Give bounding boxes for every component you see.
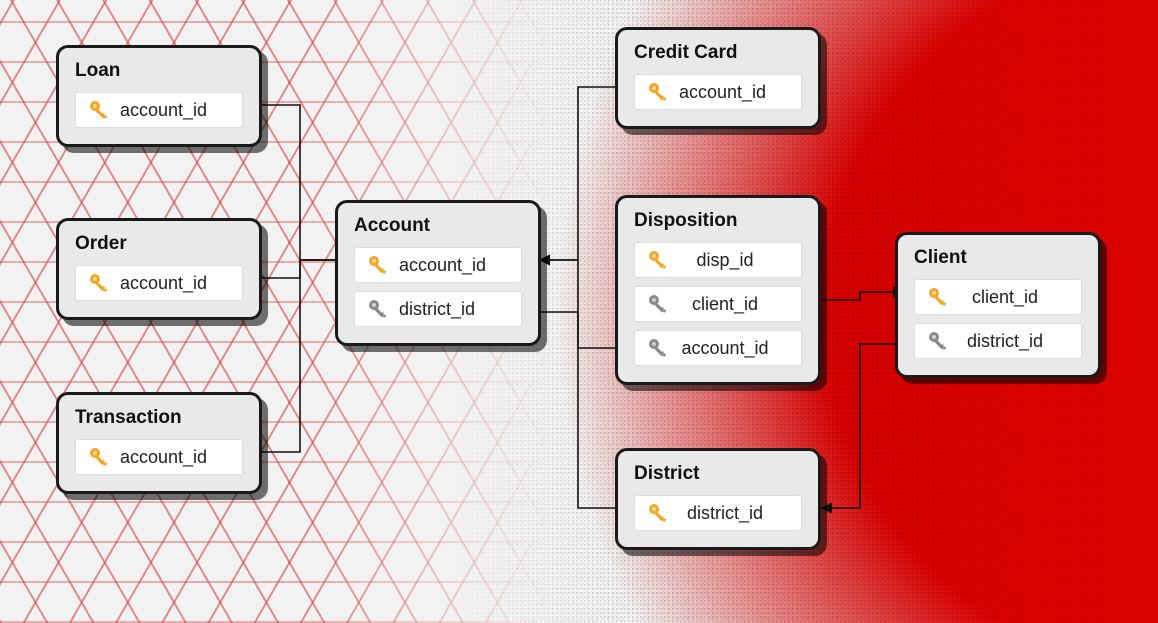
entity-title: Disposition — [634, 210, 802, 232]
field-label: district_id — [399, 299, 509, 320]
field-client-id: client_id — [914, 279, 1082, 315]
field-label: client_id — [679, 294, 789, 315]
key-icon — [88, 272, 110, 294]
entity-title: Client — [914, 247, 1082, 269]
field-client-id: client_id — [634, 286, 802, 322]
entity-title: District — [634, 463, 802, 485]
entity-disposition: Disposition disp_id client_id account_id — [615, 195, 821, 385]
field-account-id: account_id — [75, 92, 243, 128]
key-icon — [647, 81, 669, 103]
entity-title: Account — [354, 215, 522, 237]
entity-loan: Loan account_id — [56, 45, 262, 147]
field-label: disp_id — [679, 250, 789, 271]
entity-title: Credit Card — [634, 42, 802, 64]
field-account-id: account_id — [75, 439, 243, 475]
field-label: account_id — [120, 100, 230, 121]
entity-title: Transaction — [75, 407, 243, 429]
field-label: district_id — [679, 503, 789, 524]
key-icon — [367, 254, 389, 276]
key-icon — [927, 286, 949, 308]
entity-credit-card: Credit Card account_id — [615, 27, 821, 129]
key-icon — [647, 337, 669, 359]
field-label: account_id — [399, 255, 509, 276]
key-icon — [647, 502, 669, 524]
entity-title: Loan — [75, 60, 243, 82]
key-icon — [927, 330, 949, 352]
field-label: account_id — [120, 273, 230, 294]
entity-client: Client client_id district_id — [895, 232, 1101, 378]
key-icon — [367, 298, 389, 320]
field-account-id: account_id — [634, 74, 802, 110]
entity-district: District district_id — [615, 448, 821, 550]
key-icon — [647, 249, 669, 271]
field-account-id: account_id — [75, 265, 243, 301]
field-disp-id: disp_id — [634, 242, 802, 278]
entity-title: Order — [75, 233, 243, 255]
entity-order: Order account_id — [56, 218, 262, 320]
entity-transaction: Transaction account_id — [56, 392, 262, 494]
key-icon — [88, 99, 110, 121]
field-account-id: account_id — [354, 247, 522, 283]
field-district-id: district_id — [914, 323, 1082, 359]
field-label: account_id — [679, 82, 789, 103]
field-district-id: district_id — [634, 495, 802, 531]
entity-account: Account account_id district_id — [335, 200, 541, 346]
key-icon — [88, 446, 110, 468]
key-icon — [647, 293, 669, 315]
field-account-id: account_id — [634, 330, 802, 366]
field-label: client_id — [959, 287, 1069, 308]
field-district-id: district_id — [354, 291, 522, 327]
field-label: account_id — [679, 338, 789, 359]
field-label: account_id — [120, 447, 230, 468]
field-label: district_id — [959, 331, 1069, 352]
